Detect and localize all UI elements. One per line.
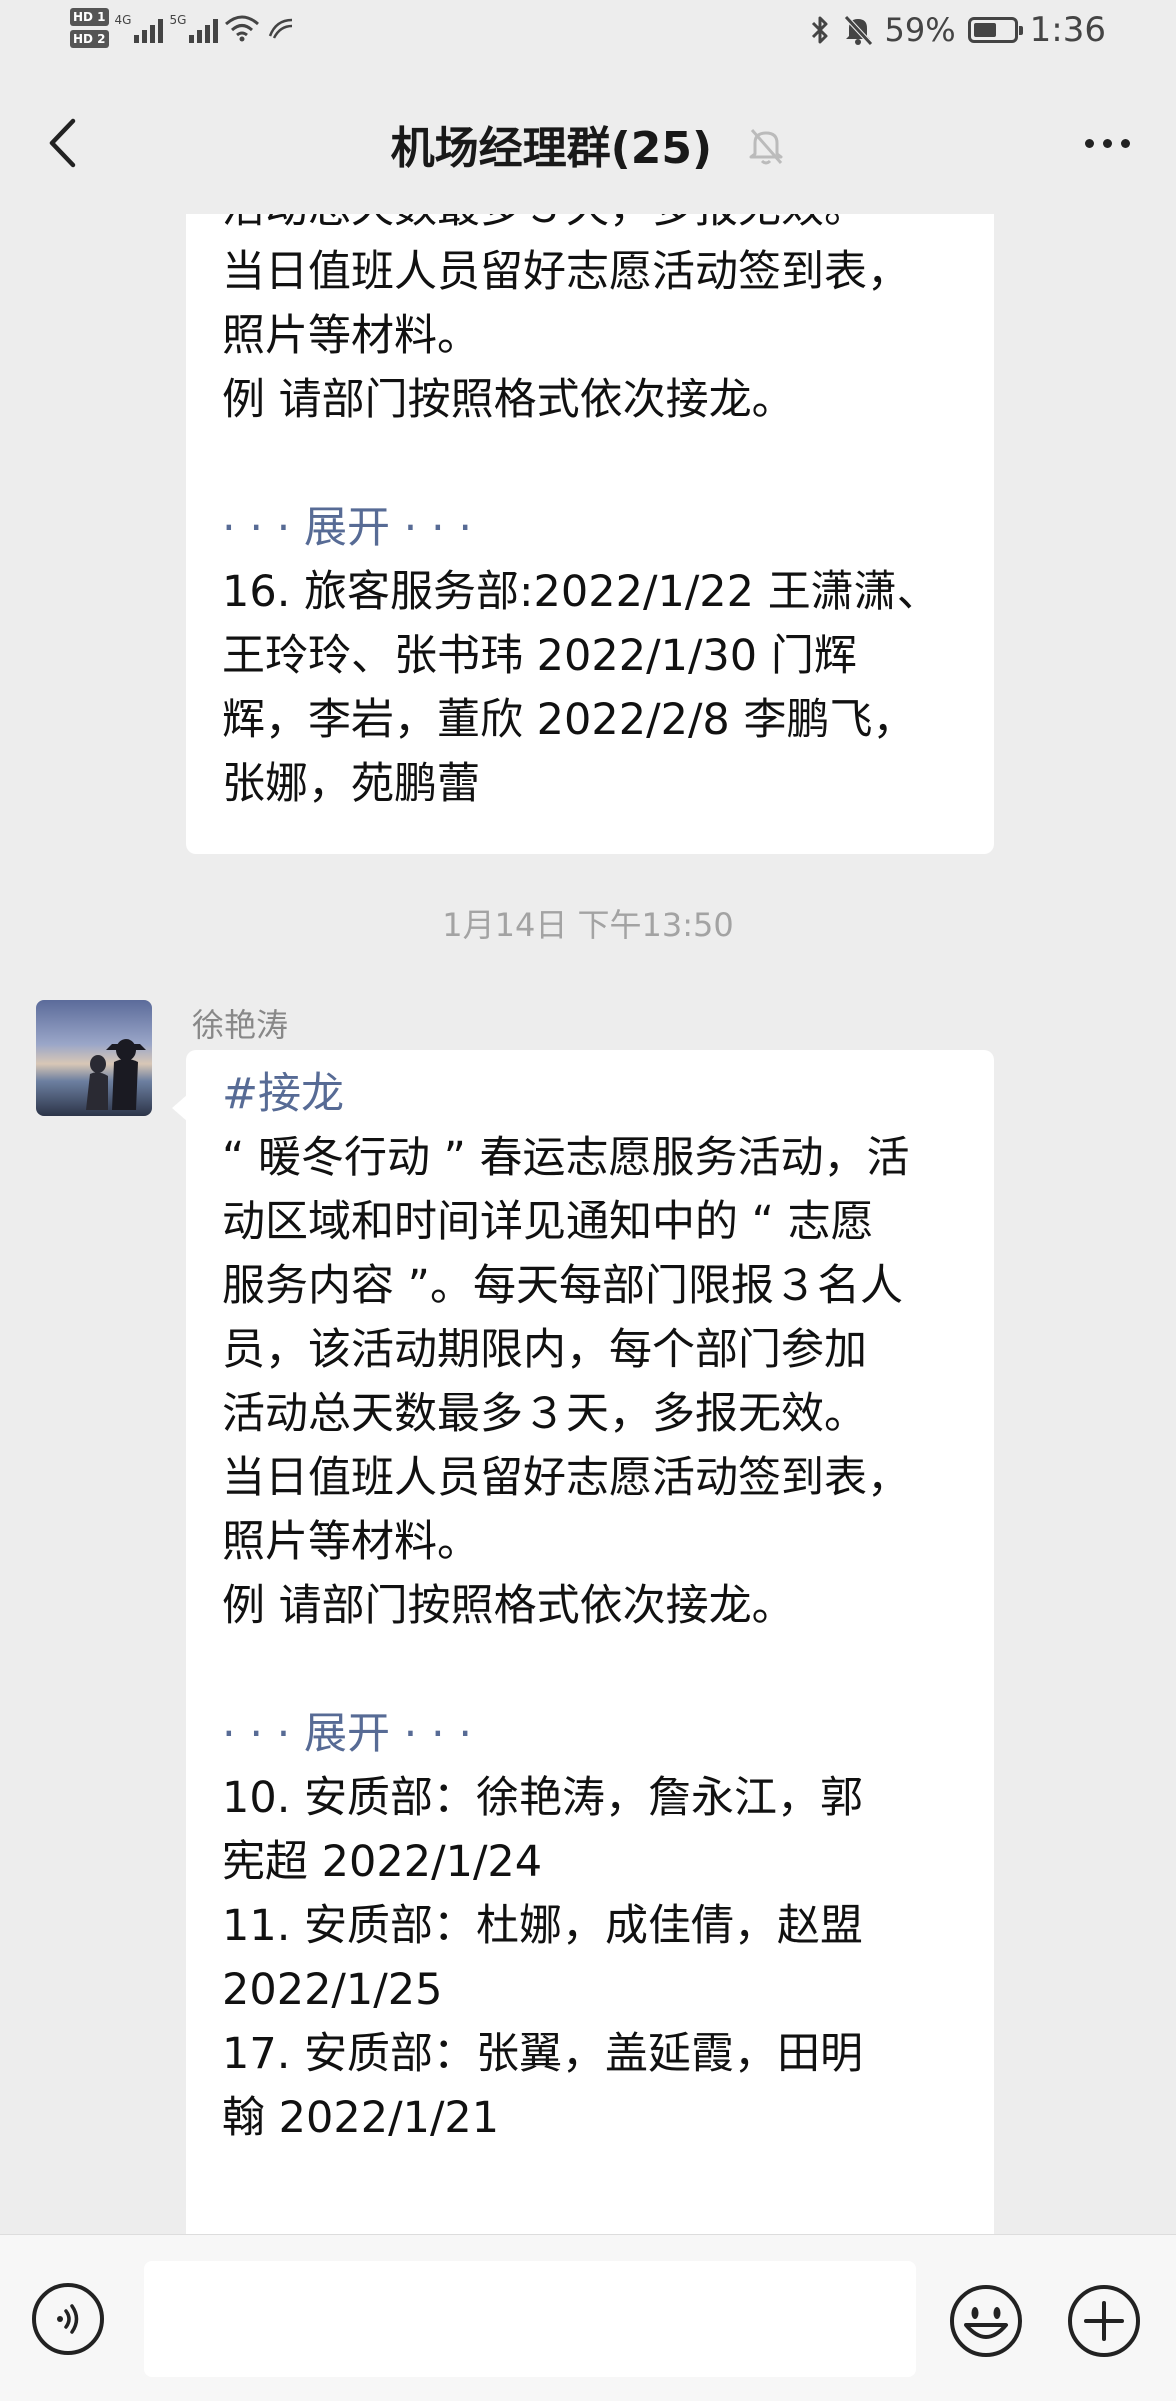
message-line: 动区域和时间详见通知中的 “ 志愿: [222, 1197, 874, 1247]
chat-area[interactable]: 活动总天数最多３天，多报无效。当日值班人员留好志愿活动签到表，照片等材料。例 请…: [0, 214, 1176, 2234]
hd-badges: HD 1 HD 2: [70, 8, 109, 48]
message-line: 照片等材料。: [222, 1517, 480, 1567]
message-line: 员，该活动期限内，每个部门参加: [222, 1325, 867, 1375]
battery-icon: [967, 17, 1023, 43]
hd1-badge: HD 1: [70, 8, 109, 26]
chat-title-wrap: 机场经理群(25): [0, 112, 1176, 177]
message-line: 10. 安质部：徐艳涛，詹永江，郭: [222, 1773, 864, 1823]
message-line: 辉，李岩，董欣 2022/2/8 李鹏飞，: [222, 695, 916, 745]
message-line: 当日值班人员留好志愿活动签到表，: [222, 247, 910, 297]
bell-off-icon: [747, 126, 785, 177]
status-bar: HD 1 HD 2 4G 5G 59% 1:36: [0, 0, 1176, 72]
expand-link[interactable]: · · · 展开 · · ·: [222, 496, 970, 560]
more-button[interactable]: [1072, 118, 1142, 168]
chat-title: 机场经理群(25): [390, 123, 713, 174]
message-line: 照片等材料。: [222, 311, 480, 361]
plus-icon: [1068, 2285, 1140, 2357]
expand-link[interactable]: · · · 展开 · · ·: [222, 1702, 970, 1766]
message-line: 活动总天数最多３天，多报无效。: [222, 214, 970, 240]
message-line: 张娜，苑鹏蕾: [222, 759, 480, 809]
signal-icon-5g: 5G: [169, 13, 219, 43]
emoji-button[interactable]: [948, 2283, 1024, 2359]
clock: 1:36: [1029, 10, 1106, 50]
wifi-icon: [225, 15, 260, 42]
message-line: 11. 安质部：杜娜，成佳倩，赵盟: [222, 1901, 864, 1951]
battery-percent: 59%: [884, 11, 956, 49]
more-dots-icon: [1084, 138, 1094, 148]
message-timestamp: 1月14日 下午13:50: [442, 906, 734, 944]
message-line: 16. 旅客服务部:2022/1/22 王潇潇、: [222, 567, 940, 617]
message-line: 翰 2022/1/21: [222, 2093, 500, 2143]
message-line: 2022/1/25: [222, 1965, 443, 2015]
message-line: 服务内容 ”。每天每部门限报３名人: [222, 1261, 903, 1311]
message-line: “ 暖冬行动 ” 春运志愿服务活动，活: [222, 1133, 910, 1183]
message-line: 王玲玲、张书玮 2022/1/30 门辉: [222, 631, 857, 681]
status-left: HD 1 HD 2 4G 5G: [70, 8, 296, 48]
nfc-icon: [269, 18, 293, 39]
message-bubble-2[interactable]: #接龙 “ 暖冬行动 ” 春运志愿服务活动，活 动区域和时间详见通知中的 “ 志愿服…: [186, 1050, 994, 2234]
message-line: 17. 安质部：张翼，盖延霞，田明: [222, 2029, 864, 2079]
input-bar: [0, 2234, 1176, 2401]
message-bubble-1[interactable]: 活动总天数最多３天，多报无效。当日值班人员留好志愿活动签到表， 照片等材料。例 请…: [186, 214, 994, 854]
hd2-badge: HD 2: [70, 30, 109, 48]
chat-header: 机场经理群(25): [0, 72, 1176, 214]
message-line: 当日值班人员留好志愿活动签到表，: [222, 1453, 910, 1503]
network-label-1: 4G: [114, 13, 132, 27]
message-line: 例 请部门按照格式依次接龙。: [222, 375, 795, 425]
status-right: 59% 1:36: [809, 10, 1106, 50]
avatar[interactable]: [36, 1000, 152, 1116]
voice-icon: [57, 2304, 79, 2334]
message-line: 例 请部门按照格式依次接龙。: [222, 1581, 795, 1631]
sender-name: 徐艳涛: [192, 1006, 289, 1044]
message-line: 活动总天数最多３天，多报无效。: [222, 1389, 867, 1439]
bluetooth-icon: [811, 16, 828, 44]
network-label-2: 5G: [169, 13, 187, 27]
plus-button[interactable]: [1066, 2283, 1142, 2359]
message-line: 宪超 2022/1/24: [222, 1837, 543, 1887]
emoji-icon: [950, 2285, 1022, 2357]
hashtag-link[interactable]: #接龙: [222, 1062, 970, 1126]
message-input[interactable]: [144, 2261, 916, 2377]
silent-bell-icon: [843, 15, 873, 46]
signal-icon-4g: 4G: [115, 13, 164, 43]
voice-button[interactable]: [32, 2283, 104, 2355]
